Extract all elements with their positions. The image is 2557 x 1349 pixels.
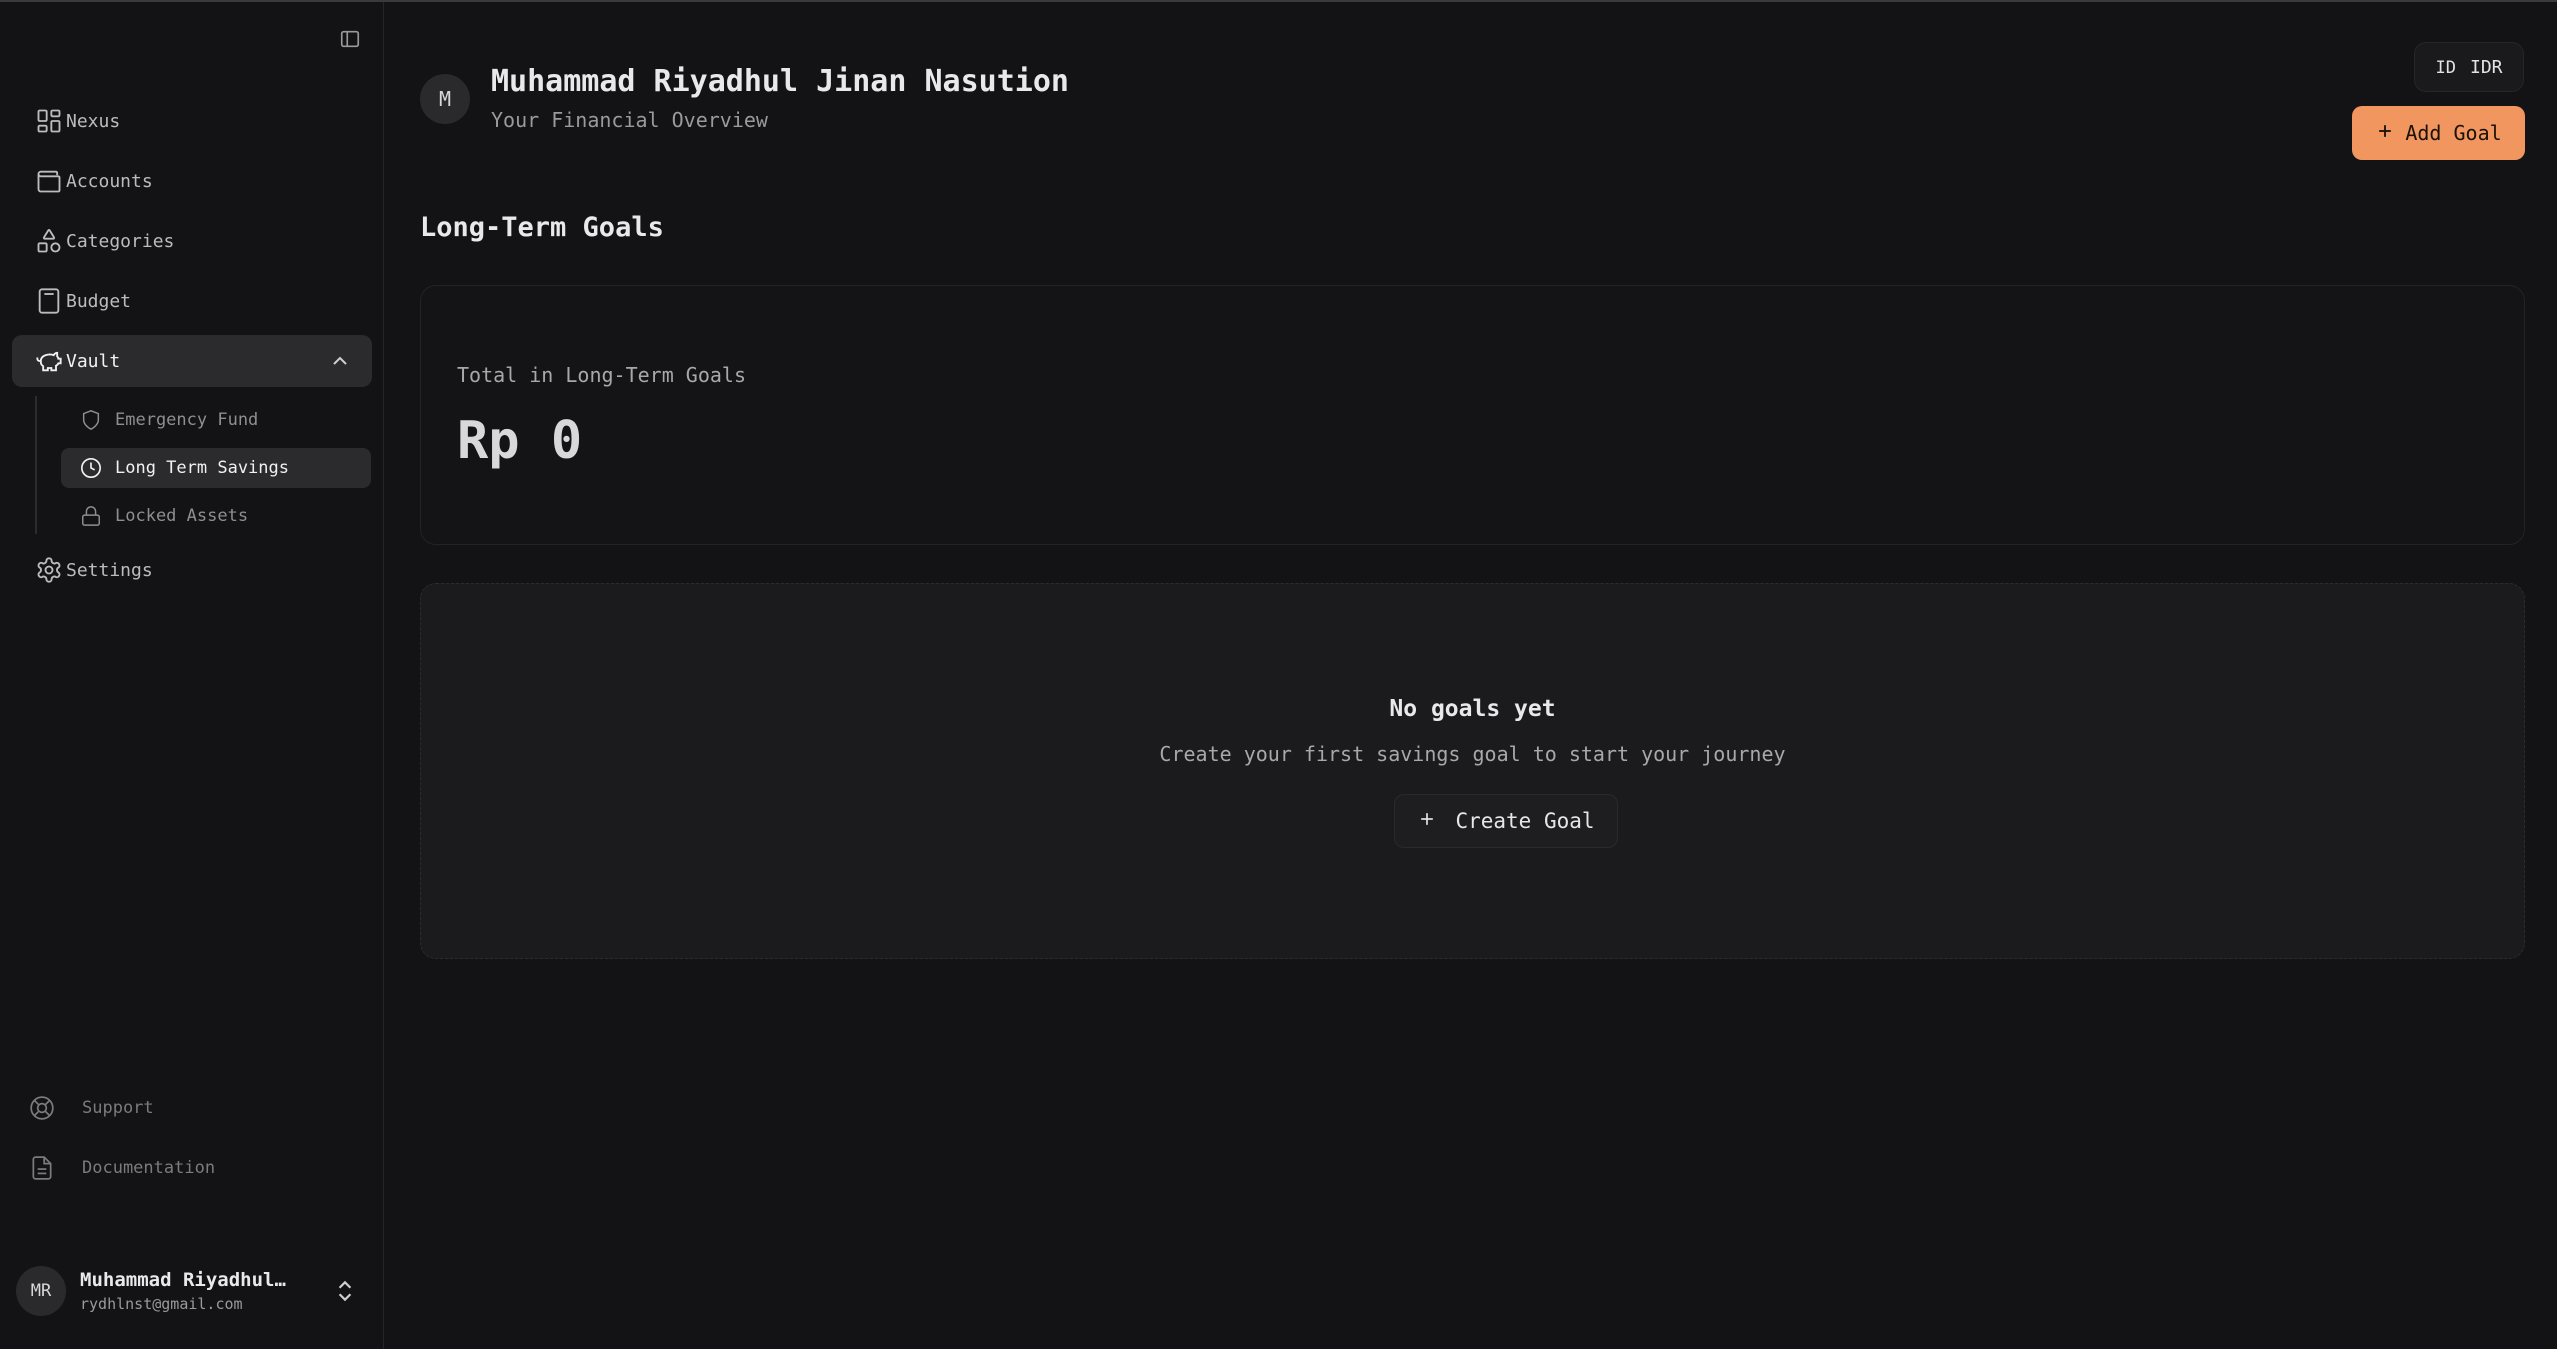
add-goal-button[interactable]: Add Goal [2352,106,2525,160]
sidebar-subitem-label: Emergency Fund [115,410,259,430]
total-value: Rp 0 [457,411,583,471]
header-avatar: M [420,74,470,124]
vault-subtree-line [35,396,37,534]
sidebar-footer-support[interactable]: Support [24,1086,154,1130]
sidebar-item-vault[interactable]: Vault [12,335,372,387]
user-menu[interactable]: MR Muhammad Riyadhul… rydhlnst@gmail.com [16,1258,368,1324]
plus-icon [1417,809,1437,834]
lifebuoy-icon [24,1095,60,1121]
user-name: Muhammad Riyadhul… [80,1269,286,1291]
chevrons-up-down-icon[interactable] [332,1278,358,1304]
clock-icon [71,457,111,479]
sidebar-item-label: Categories [66,230,175,252]
total-label: Total in Long-Term Goals [457,363,746,387]
sidebar: Nexus Accounts Categories Budget Vault E… [0,2,384,1349]
sidebar-footer-label: Support [82,1098,154,1118]
shield-icon [71,409,111,431]
page-title: Muhammad Riyadhul Jinan Nasution [491,64,1069,99]
app-window: Nexus Accounts Categories Budget Vault E… [0,0,2557,1349]
sidebar-item-label: Nexus [66,110,121,132]
add-goal-label: Add Goal [2405,121,2502,145]
avatar: MR [16,1266,66,1316]
page-subtitle: Your Financial Overview [491,108,768,132]
main-content: M Muhammad Riyadhul Jinan Nasution Your … [385,2,2557,1349]
currency-code: IDR [2469,56,2503,78]
sidebar-item-nexus[interactable]: Nexus [12,95,372,147]
user-email: rydhlnst@gmail.com [80,1295,243,1313]
language-currency-selector[interactable]: ID IDR [2414,42,2524,92]
flag-code: ID [2435,58,2456,78]
sidebar-item-label: Accounts [66,170,153,192]
sidebar-item-label: Vault [66,350,121,372]
sidebar-subitem-locked-assets[interactable]: Locked Assets [61,496,371,536]
sidebar-subitem-long-term-savings[interactable]: Long Term Savings [61,448,371,488]
sidebar-subitem-emergency-fund[interactable]: Emergency Fund [61,400,371,440]
user-info: Muhammad Riyadhul… rydhlnst@gmail.com [80,1269,320,1313]
empty-state-title: No goals yet [1389,696,1556,722]
sidebar-panel-icon[interactable] [334,23,366,55]
empty-state-card: No goals yet Create your first savings g… [420,583,2525,959]
sidebar-subitem-label: Long Term Savings [115,458,289,478]
chevron-up-icon[interactable] [328,349,352,373]
create-goal-button[interactable]: Create Goal [1394,794,1618,848]
plus-icon [2375,121,2395,146]
lock-icon [71,505,111,527]
section-title: Long-Term Goals [420,212,664,243]
total-card: Total in Long-Term Goals Rp 0 [420,285,2525,545]
empty-state-subtitle: Create your first savings goal to start … [1159,742,1786,766]
sidebar-item-accounts[interactable]: Accounts [12,155,372,207]
sidebar-item-label: Budget [66,290,132,312]
sidebar-footer-label: Documentation [82,1158,216,1178]
document-icon [24,1155,60,1181]
sidebar-item-label: Settings [66,559,153,581]
create-goal-label: Create Goal [1455,809,1595,833]
sidebar-item-categories[interactable]: Categories [12,215,372,267]
sidebar-footer-documentation[interactable]: Documentation [24,1146,215,1190]
sidebar-subitem-label: Locked Assets [115,506,249,526]
sidebar-item-budget[interactable]: Budget [12,275,372,327]
sidebar-item-settings[interactable]: Settings [12,544,372,596]
